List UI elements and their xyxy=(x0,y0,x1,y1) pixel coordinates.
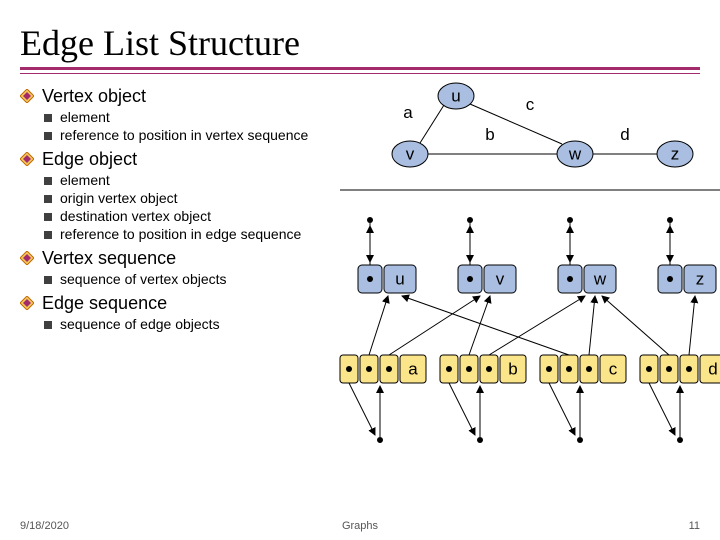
square-bullet-icon xyxy=(44,231,52,239)
edge-sequence-list xyxy=(349,383,683,443)
diamond-bullet-icon xyxy=(20,296,34,310)
graph-edge-a: a xyxy=(403,103,413,122)
footer-center: Graphs xyxy=(342,520,378,532)
title-underline xyxy=(20,67,700,70)
eseq-a: a xyxy=(408,359,418,378)
slide-title: Edge List Structure xyxy=(20,25,700,63)
sub-bullet: reference to position in vertex sequence xyxy=(44,127,350,143)
bullet-label: Vertex object xyxy=(42,86,146,107)
graph-vertex-z: z xyxy=(671,144,680,163)
square-bullet-icon xyxy=(44,213,52,221)
sub-label: sequence of edge objects xyxy=(60,316,220,332)
sub-label: destination vertex object xyxy=(60,208,211,224)
graph-vertex-v: v xyxy=(406,144,415,163)
square-bullet-icon xyxy=(44,114,52,122)
square-bullet-icon xyxy=(44,195,52,203)
eseq-b: b xyxy=(508,359,517,378)
bullet-label: Edge object xyxy=(42,149,137,170)
sub-label: origin vertex object xyxy=(60,190,178,206)
graph-vertex-u: u xyxy=(451,86,460,105)
eseq-d: d xyxy=(708,359,717,378)
sub-label: reference to position in edge sequence xyxy=(60,226,301,242)
sub-bullet: element xyxy=(44,172,350,188)
graph-vertex-w: w xyxy=(568,144,582,163)
diamond-bullet-icon xyxy=(20,152,34,166)
bullet-label: Vertex sequence xyxy=(42,248,176,269)
diamond-bullet-icon xyxy=(20,251,34,265)
sub-bullet: sequence of vertex objects xyxy=(44,271,350,287)
square-bullet-icon xyxy=(44,177,52,185)
bullet-label: Edge sequence xyxy=(42,293,167,314)
bullet-edge-sequence: Edge sequence xyxy=(20,293,350,314)
sub-label: element xyxy=(60,109,110,125)
footer-page: 11 xyxy=(689,520,700,532)
vertex-sequence-row: u v w z xyxy=(358,217,716,293)
square-bullet-icon xyxy=(44,276,52,284)
slide-footer: 9/18/2020 Graphs 11 xyxy=(20,520,700,532)
bullet-vertex-sequence: Vertex sequence xyxy=(20,248,350,269)
graph-edge-d: d xyxy=(620,125,629,144)
diamond-bullet-icon xyxy=(20,89,34,103)
vseq-u: u xyxy=(395,269,404,288)
sub-bullet: reference to position in edge sequence xyxy=(44,226,350,242)
edge-sequence-row: a b c d xyxy=(340,355,720,383)
bullet-vertex-object: Vertex object xyxy=(20,86,350,107)
sub-label: element xyxy=(60,172,110,188)
sub-label: reference to position in vertex sequence xyxy=(60,127,308,143)
square-bullet-icon xyxy=(44,132,52,140)
square-bullet-icon xyxy=(44,321,52,329)
graph-edge-c: c xyxy=(526,95,535,114)
vseq-v: v xyxy=(496,269,505,288)
sub-label: sequence of vertex objects xyxy=(60,271,227,287)
eseq-c: c xyxy=(609,359,618,378)
sub-bullet: element xyxy=(44,109,350,125)
sub-bullet: sequence of edge objects xyxy=(44,316,350,332)
vseq-w: w xyxy=(593,269,607,288)
bullet-list: Vertex object element reference to posit… xyxy=(20,80,350,332)
sub-bullet: origin vertex object xyxy=(44,190,350,206)
bullet-edge-object: Edge object xyxy=(20,149,350,170)
vseq-z: z xyxy=(696,269,705,288)
sub-bullet: destination vertex object xyxy=(44,208,350,224)
edge-list-diagram: u v w z a b c d xyxy=(340,80,720,510)
graph-edge-b: b xyxy=(485,125,494,144)
footer-date: 9/18/2020 xyxy=(20,520,69,532)
